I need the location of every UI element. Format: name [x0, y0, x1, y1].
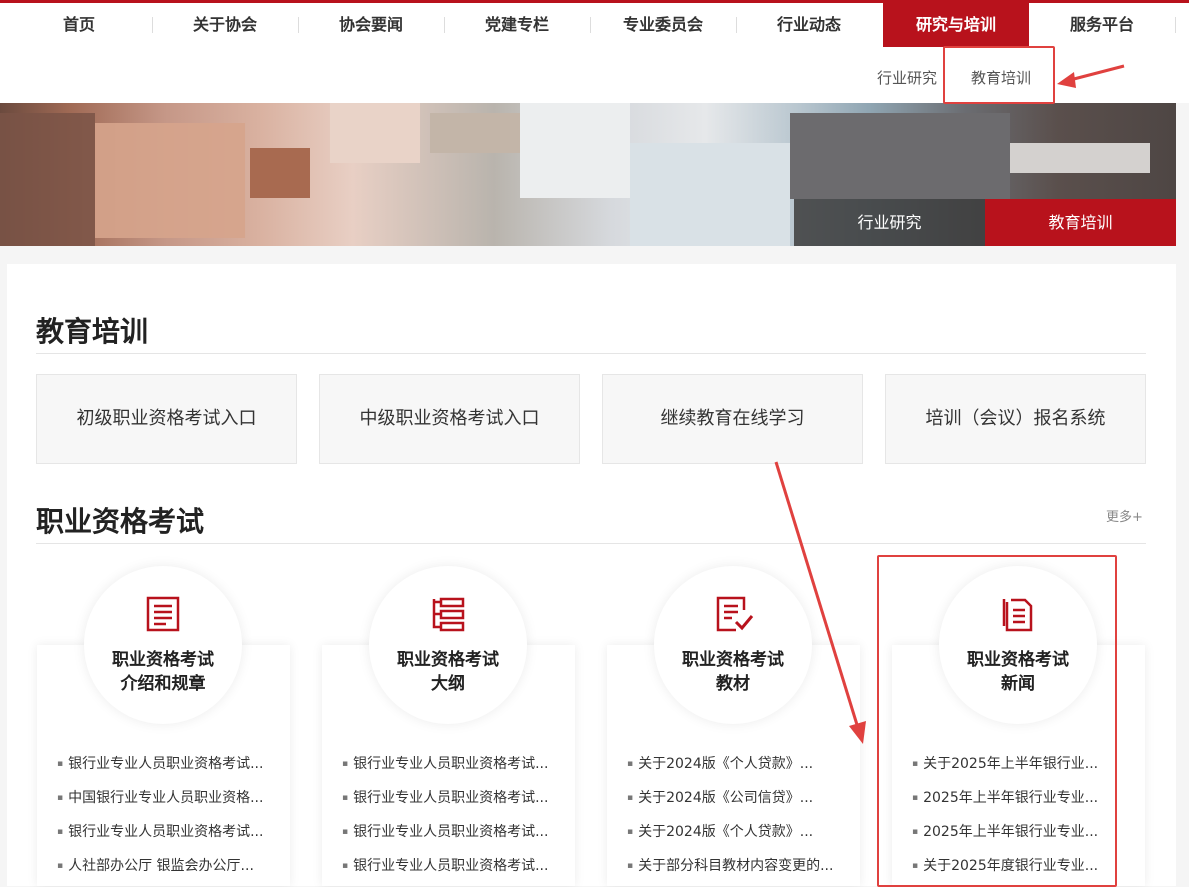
- main-nav: 首页 关于协会 协会要闻 党建专栏 专业委员会 行业动态 研究与培训 服务平台: [0, 3, 1189, 47]
- nav-item-committees[interactable]: 专业委员会: [590, 3, 736, 47]
- exam-circle-title: 职业资格考试 教材: [654, 648, 812, 696]
- list-item[interactable]: 关于2024版《个人贷款》...: [627, 821, 813, 841]
- list-item[interactable]: 关于2024版《个人贷款》...: [627, 753, 813, 773]
- nav-item-industry[interactable]: 行业动态: [736, 3, 882, 47]
- banner-pixel-block: [330, 103, 420, 163]
- section-divider: [36, 543, 1146, 544]
- banner-pixel-block: [790, 113, 1010, 199]
- banner-pixel-block: [520, 103, 630, 198]
- list-item[interactable]: 银行业专业人员职业资格考试...: [342, 855, 548, 875]
- annotation-box-subnav: [943, 46, 1055, 104]
- circle-title-line1: 职业资格考试: [682, 650, 784, 670]
- exam-circle-title: 职业资格考试 介绍和规章: [84, 648, 242, 696]
- exam-circle-title: 职业资格考试 大纲: [369, 648, 527, 696]
- banner-pixel-block: [250, 148, 310, 198]
- nav-item-research-training[interactable]: 研究与培训: [883, 3, 1029, 47]
- exam-section-title: 职业资格考试: [36, 505, 205, 538]
- list-item[interactable]: 人社部办公厅 银监会办公厅...: [57, 855, 254, 875]
- entry-continuing-education[interactable]: 继续教育在线学习: [602, 374, 863, 464]
- list-item[interactable]: 银行业专业人员职业资格考试...: [57, 821, 263, 841]
- entry-junior-exam[interactable]: 初级职业资格考试入口: [36, 374, 297, 464]
- entry-intermediate-exam[interactable]: 中级职业资格考试入口: [319, 374, 580, 464]
- list-item[interactable]: 银行业专业人员职业资格考试...: [342, 821, 548, 841]
- subnav-item-research[interactable]: 行业研究: [877, 67, 937, 88]
- circle-title-line2: 介绍和规章: [120, 674, 206, 694]
- banner-image: 行业研究 教育培训: [0, 103, 1176, 246]
- more-link[interactable]: 更多+: [1106, 506, 1143, 525]
- circle-title-line1: 职业资格考试: [112, 650, 214, 670]
- exam-circle-syllabus[interactable]: 职业资格考试 大纲: [369, 566, 527, 724]
- education-section-title: 教育培训: [36, 315, 149, 348]
- circle-title-line2: 大纲: [431, 674, 465, 694]
- banner-pixel-block: [630, 143, 790, 246]
- nav-item-news[interactable]: 协会要闻: [298, 3, 444, 47]
- banner-pixel-block: [95, 123, 245, 238]
- nav-item-party[interactable]: 党建专栏: [444, 3, 590, 47]
- banner-pixel-block: [1010, 143, 1150, 173]
- exam-circle-rules[interactable]: 职业资格考试 介绍和规章: [84, 566, 242, 724]
- list-item[interactable]: 银行业专业人员职业资格考试...: [342, 787, 548, 807]
- annotation-box-news-column: [877, 555, 1117, 887]
- list-item[interactable]: 中国银行业专业人员职业资格...: [57, 787, 263, 807]
- list-item[interactable]: 银行业专业人员职业资格考试...: [342, 753, 548, 773]
- nav-item-services[interactable]: 服务平台: [1029, 3, 1175, 47]
- banner-tab-research[interactable]: 行业研究: [794, 199, 985, 246]
- nav-item-about[interactable]: 关于协会: [152, 3, 298, 47]
- exam-circle-textbooks[interactable]: 职业资格考试 教材: [654, 566, 812, 724]
- outline-tree-icon: [432, 597, 465, 632]
- banner-pixel-block: [0, 113, 95, 246]
- list-item[interactable]: 关于部分科目教材内容变更的...: [627, 855, 833, 875]
- circle-title-line2: 教材: [716, 674, 750, 694]
- checklist-icon: [716, 596, 754, 632]
- entry-training-registration[interactable]: 培训（会议）报名系统: [885, 374, 1146, 464]
- banner-tab-education[interactable]: 教育培训: [985, 199, 1176, 246]
- document-list-icon: [146, 596, 180, 632]
- circle-title-line1: 职业资格考试: [397, 650, 499, 670]
- list-item[interactable]: 关于2024版《公司信贷》...: [627, 787, 813, 807]
- section-divider: [36, 353, 1146, 354]
- banner-pixel-block: [430, 113, 520, 153]
- nav-divider: [1175, 17, 1176, 33]
- list-item[interactable]: 银行业专业人员职业资格考试...: [57, 753, 263, 773]
- nav-item-home[interactable]: 首页: [6, 3, 152, 47]
